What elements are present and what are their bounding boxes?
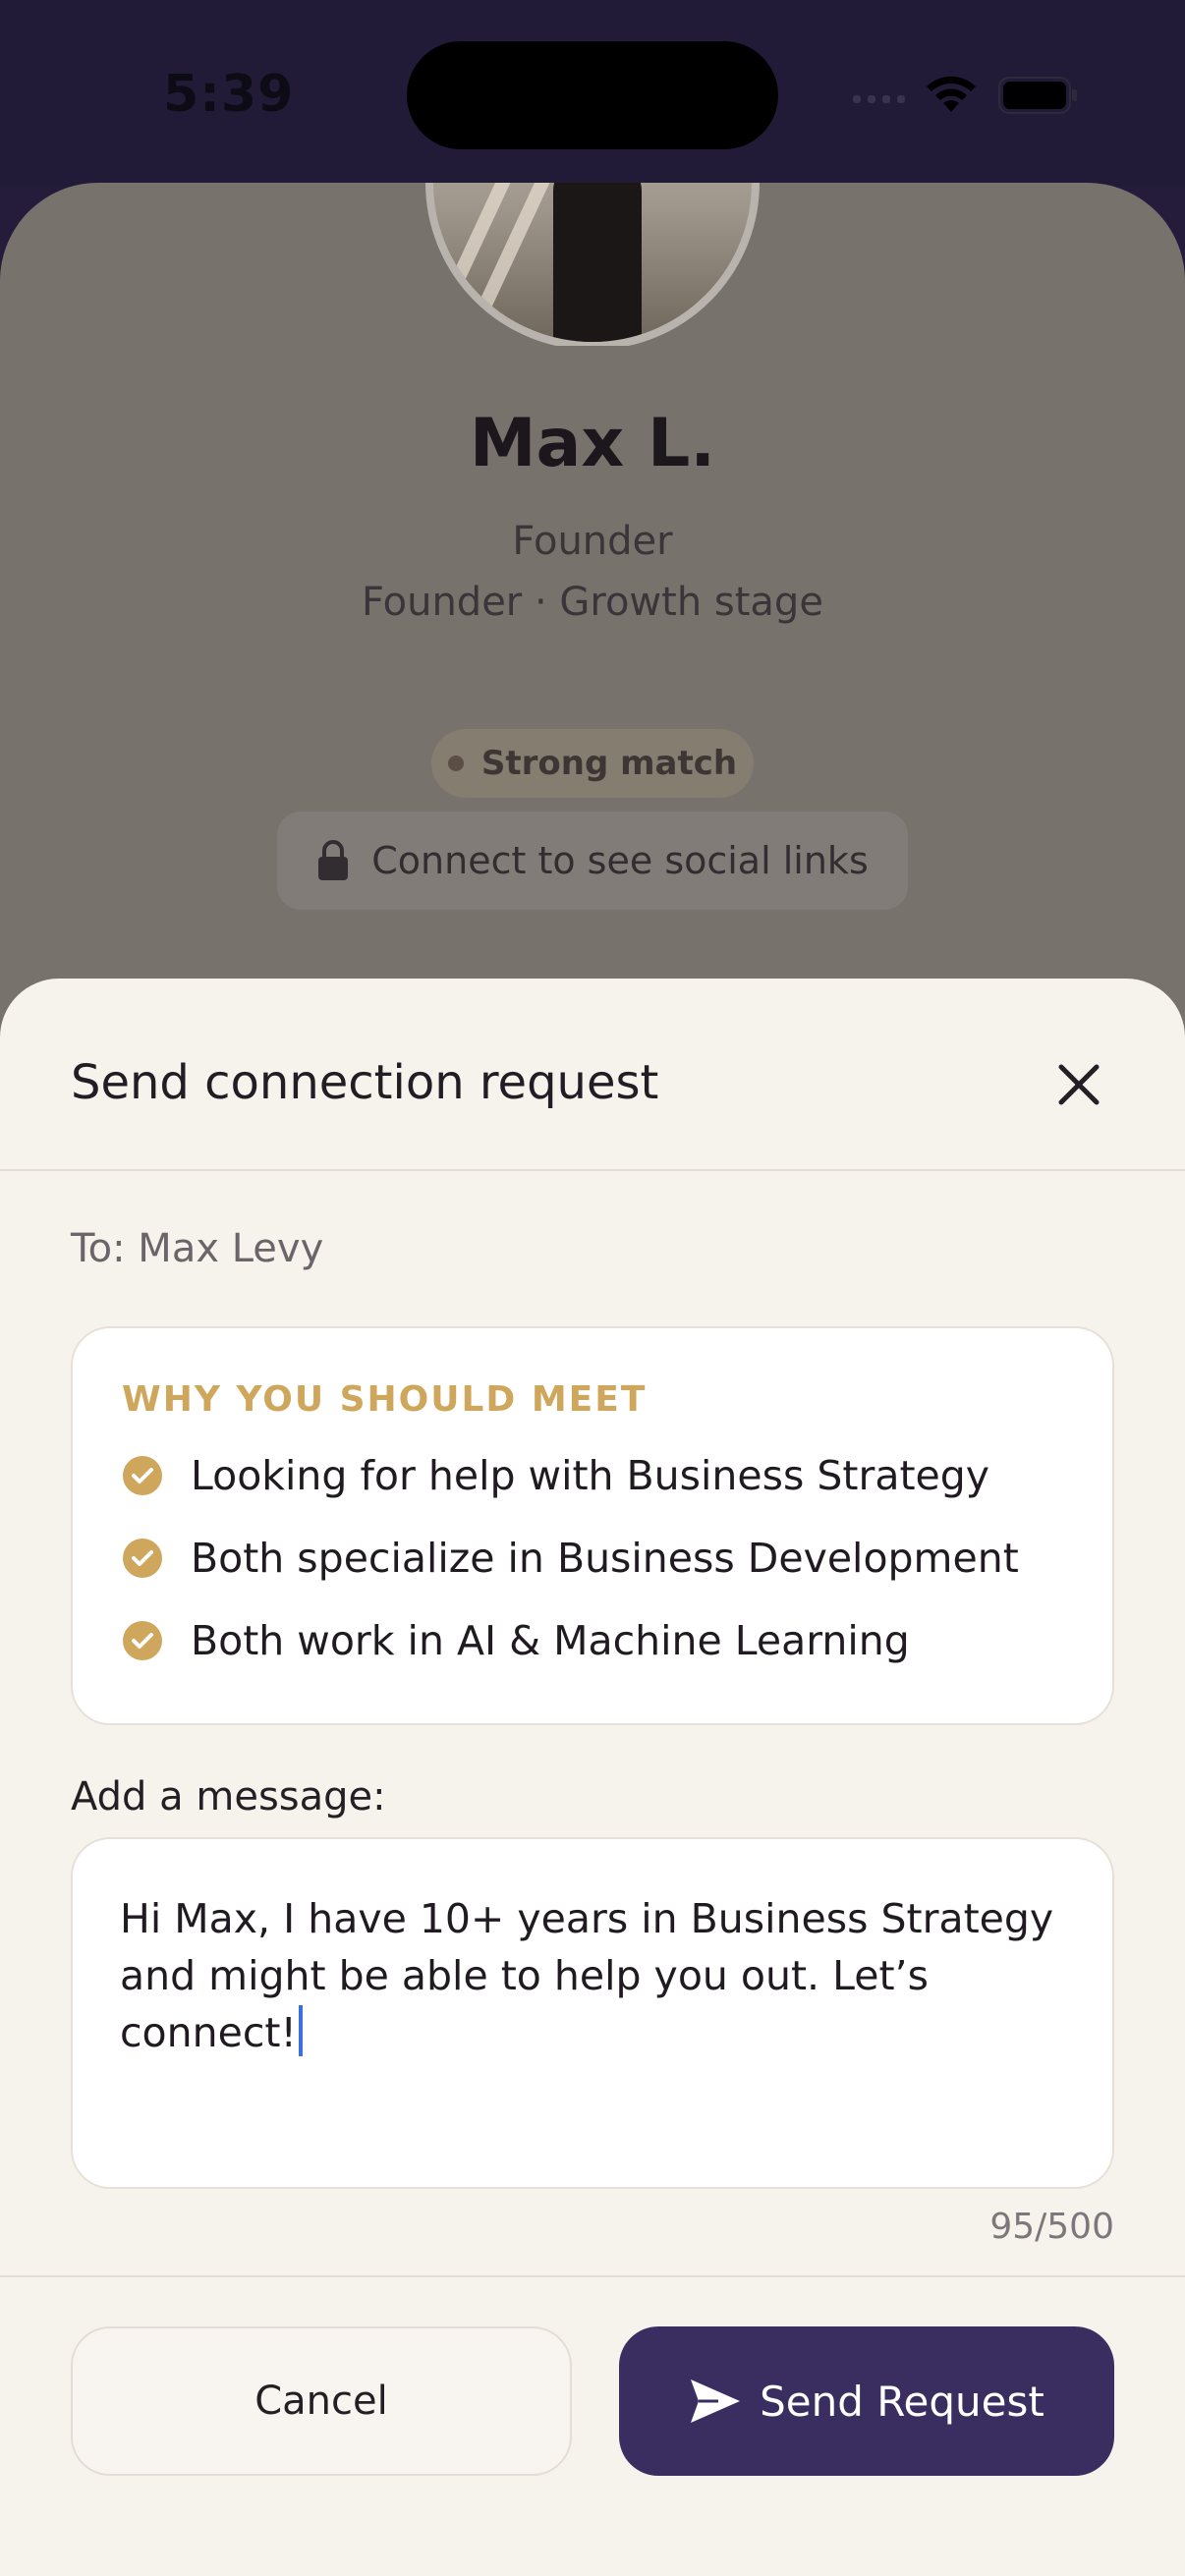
sheet-title: Send connection request — [71, 1055, 659, 1110]
send-request-label: Send Request — [760, 2377, 1044, 2426]
status-bar: 5:39 — [0, 0, 1185, 187]
dynamic-island — [407, 41, 778, 149]
check-icon — [123, 1539, 162, 1578]
profile-stage: Founder · Growth stage — [362, 580, 823, 625]
social-links-label: Connect to see social links — [371, 839, 869, 882]
lock-icon — [318, 840, 349, 880]
message-input[interactable]: Hi Max, I have 10+ years in Business Str… — [71, 1837, 1114, 2189]
recipient-line: To: Max Levy — [71, 1226, 324, 1271]
profile-name: Max L. — [469, 405, 716, 482]
footer-divider — [0, 2275, 1185, 2277]
message-text: Hi Max, I have 10+ years in Business Str… — [120, 1895, 1054, 2056]
why-item-label: Both specialize in Business Development — [191, 1535, 1019, 1582]
match-dot-icon — [447, 756, 464, 771]
message-label: Add a message: — [71, 1774, 386, 1820]
text-cursor — [298, 2005, 303, 2056]
battery-icon — [998, 77, 1077, 114]
why-heading: WHY YOU SHOULD MEET — [122, 1379, 648, 1420]
status-time: 5:39 — [163, 65, 295, 124]
profile-role: Founder — [512, 519, 673, 564]
cancel-button[interactable]: Cancel — [71, 2326, 572, 2476]
close-icon[interactable] — [1051, 1057, 1106, 1112]
check-icon — [123, 1621, 162, 1660]
character-count: 95/500 — [989, 2207, 1114, 2247]
social-links-locked: Connect to see social links — [277, 812, 908, 910]
connection-request-sheet: Send connection request To: Max Levy WHY… — [0, 979, 1185, 2576]
why-item-label: Looking for help with Business Strategy — [191, 1452, 990, 1499]
why-item: Looking for help with Business Strategy — [122, 1446, 989, 1505]
match-badge-label: Strong match — [480, 744, 738, 783]
header-divider — [0, 1169, 1185, 1171]
why-item: Both specialize in Business Development — [122, 1529, 1019, 1588]
send-request-button[interactable]: Send Request — [619, 2326, 1114, 2476]
why-item: Both work in AI & Machine Learning — [122, 1611, 910, 1670]
check-icon — [123, 1456, 162, 1495]
signal-icon — [853, 95, 905, 103]
cancel-button-label: Cancel — [254, 2379, 388, 2424]
avatar — [425, 183, 760, 346]
send-icon — [691, 2380, 741, 2423]
match-badge: Strong match — [431, 729, 754, 798]
why-item-label: Both work in AI & Machine Learning — [191, 1617, 910, 1664]
wifi-icon — [927, 76, 976, 112]
why-you-should-meet-card: WHY YOU SHOULD MEET Looking for help wit… — [71, 1326, 1114, 1725]
